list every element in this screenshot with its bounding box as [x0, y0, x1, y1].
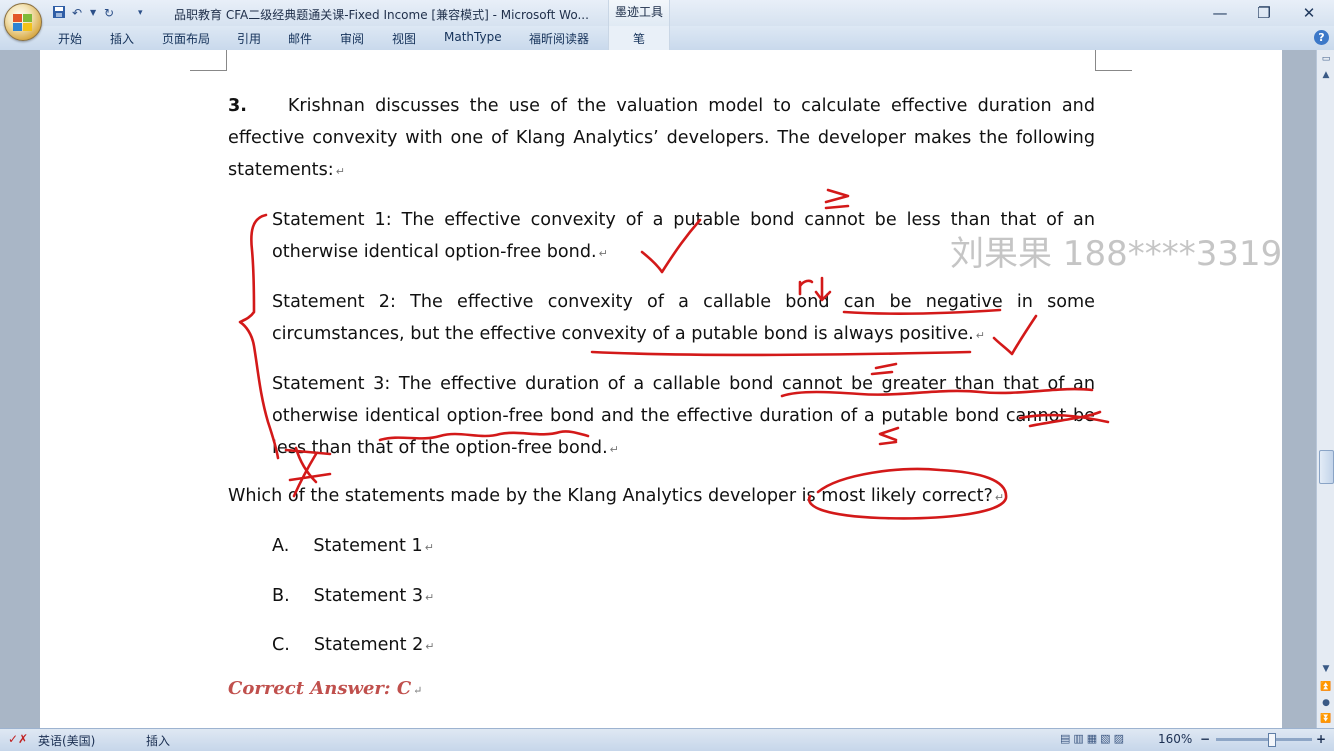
view-mode-icons[interactable]: ▤▥▦▧▨: [1060, 732, 1127, 745]
watermark: 刘果果 188****3319: [950, 234, 1283, 274]
tab-pen[interactable]: 笔: [608, 26, 670, 50]
scroll-up-icon[interactable]: ▲: [1319, 68, 1333, 82]
question-number: 3.: [228, 96, 247, 116]
statement-2-line-1: Statement 2: The effective convexity of …: [272, 292, 1095, 312]
next-page-icon[interactable]: ⏬: [1319, 712, 1333, 726]
statement-3-line-2: otherwise identical option-free bond and…: [272, 406, 1095, 426]
zoom-out-button[interactable]: −: [1200, 732, 1210, 746]
tab-home[interactable]: 开始: [58, 30, 82, 47]
window-title: 品职教育 CFA二级经典题通关课-Fixed Income [兼容模式] - M…: [174, 8, 589, 22]
vertical-scrollbar[interactable]: ▭ ▲ ▼ ⏫ ● ⏬: [1316, 50, 1334, 728]
minimize-button[interactable]: —: [1208, 3, 1232, 23]
correct-answer: Correct Answer: C ↵: [228, 678, 423, 699]
tab-mailings[interactable]: 邮件: [288, 30, 312, 47]
tab-references[interactable]: 引用: [237, 30, 261, 47]
status-bar: ✓✗ 英语(美国) 插入 ▤▥▦▧▨ 160% − +: [0, 728, 1334, 751]
crop-mark-top-right: [1095, 50, 1132, 71]
option-a-letter: A.: [272, 536, 290, 556]
zoom-in-button[interactable]: +: [1316, 732, 1326, 746]
insert-mode-indicator[interactable]: 插入: [146, 732, 170, 749]
statement-3-line-3: less than that of the option-free bond. ↵: [272, 438, 619, 458]
ink-tools-contextual-tab[interactable]: 墨迹工具: [608, 0, 670, 26]
option-c: C. Statement 2 ↵: [272, 635, 435, 655]
scroll-down-icon[interactable]: ▼: [1319, 662, 1333, 676]
statement-3-line-1: Statement 3: The effective duration of a…: [272, 374, 1095, 394]
document-page[interactable]: 3. Krishnan discusses the use of the val…: [40, 50, 1282, 728]
prompt-paragraph: Which of the statements made by the Klan…: [228, 480, 1004, 514]
tab-insert[interactable]: 插入: [110, 30, 134, 47]
underline-putable-always-positive: [590, 350, 972, 357]
office-logo-icon: [13, 14, 32, 31]
statement-3: Statement 3: The effective duration of a…: [272, 368, 1095, 466]
zoom-slider-thumb[interactable]: [1268, 733, 1276, 747]
option-a-text: Statement 1: [313, 536, 423, 556]
document-workspace: 3. Krishnan discusses the use of the val…: [0, 50, 1316, 728]
option-b: B. Statement 3 ↵: [272, 586, 435, 606]
option-c-text: Statement 2: [313, 635, 424, 655]
zoom-level[interactable]: 160%: [1158, 732, 1192, 746]
customize-qat-icon[interactable]: ▾: [138, 5, 143, 21]
tab-foxit-reader[interactable]: 福昕阅读器: [529, 30, 589, 47]
ruler-toggle-icon[interactable]: ▭: [1319, 52, 1333, 66]
save-icon[interactable]: [52, 5, 66, 21]
help-icon[interactable]: ?: [1314, 30, 1329, 45]
crop-mark-top-left: [190, 50, 227, 71]
tab-page-layout[interactable]: 页面布局: [162, 30, 210, 47]
close-button[interactable]: ✕: [1297, 3, 1321, 23]
previous-page-icon[interactable]: ⏫: [1319, 680, 1333, 694]
tab-review[interactable]: 审阅: [340, 30, 364, 47]
statement-2: Statement 2: The effective convexity of …: [272, 286, 1095, 352]
question-line-2: effective convexity with one of Klang An…: [228, 128, 1095, 148]
undo-dropdown-icon[interactable]: ▼: [90, 5, 96, 21]
option-b-text: Statement 3: [313, 586, 424, 606]
tab-mathtype[interactable]: MathType: [444, 30, 502, 44]
ribbon-tab-bar: 开始 插入 页面布局 引用 邮件 审阅 视图 MathType 福昕阅读器 笔 …: [0, 26, 1334, 51]
option-c-letter: C.: [272, 635, 290, 655]
office-button[interactable]: [4, 3, 42, 41]
question-line-1: 3. Krishnan discusses the use of the val…: [228, 96, 1095, 116]
title-bar: ↶ ▼ ↻ ▾ 品职教育 CFA二级经典题通关课-Fixed Income [兼…: [0, 0, 1334, 41]
scroll-thumb[interactable]: [1319, 450, 1334, 484]
undo-icon[interactable]: ↶: [72, 5, 82, 21]
tab-view[interactable]: 视图: [392, 30, 416, 47]
restore-button[interactable]: ❐: [1252, 3, 1276, 23]
question-line-3: statements: ↵: [228, 160, 345, 180]
option-b-letter: B.: [272, 586, 290, 606]
zoom-slider[interactable]: [1216, 738, 1312, 741]
proofing-icon[interactable]: ✓✗: [8, 732, 28, 746]
statement-2-line-2: circumstances, but the effective convexi…: [272, 324, 985, 344]
tab-pen-label: 笔: [633, 32, 646, 46]
language-indicator[interactable]: 英语(美国): [38, 732, 95, 749]
redo-icon[interactable]: ↻: [104, 5, 114, 21]
option-a: A. Statement 1 ↵: [272, 536, 434, 556]
prompt-line: Which of the statements made by the Klan…: [228, 486, 1005, 506]
question-paragraph: 3. Krishnan discusses the use of the val…: [228, 90, 1095, 188]
select-browse-object-icon[interactable]: ●: [1319, 696, 1333, 710]
